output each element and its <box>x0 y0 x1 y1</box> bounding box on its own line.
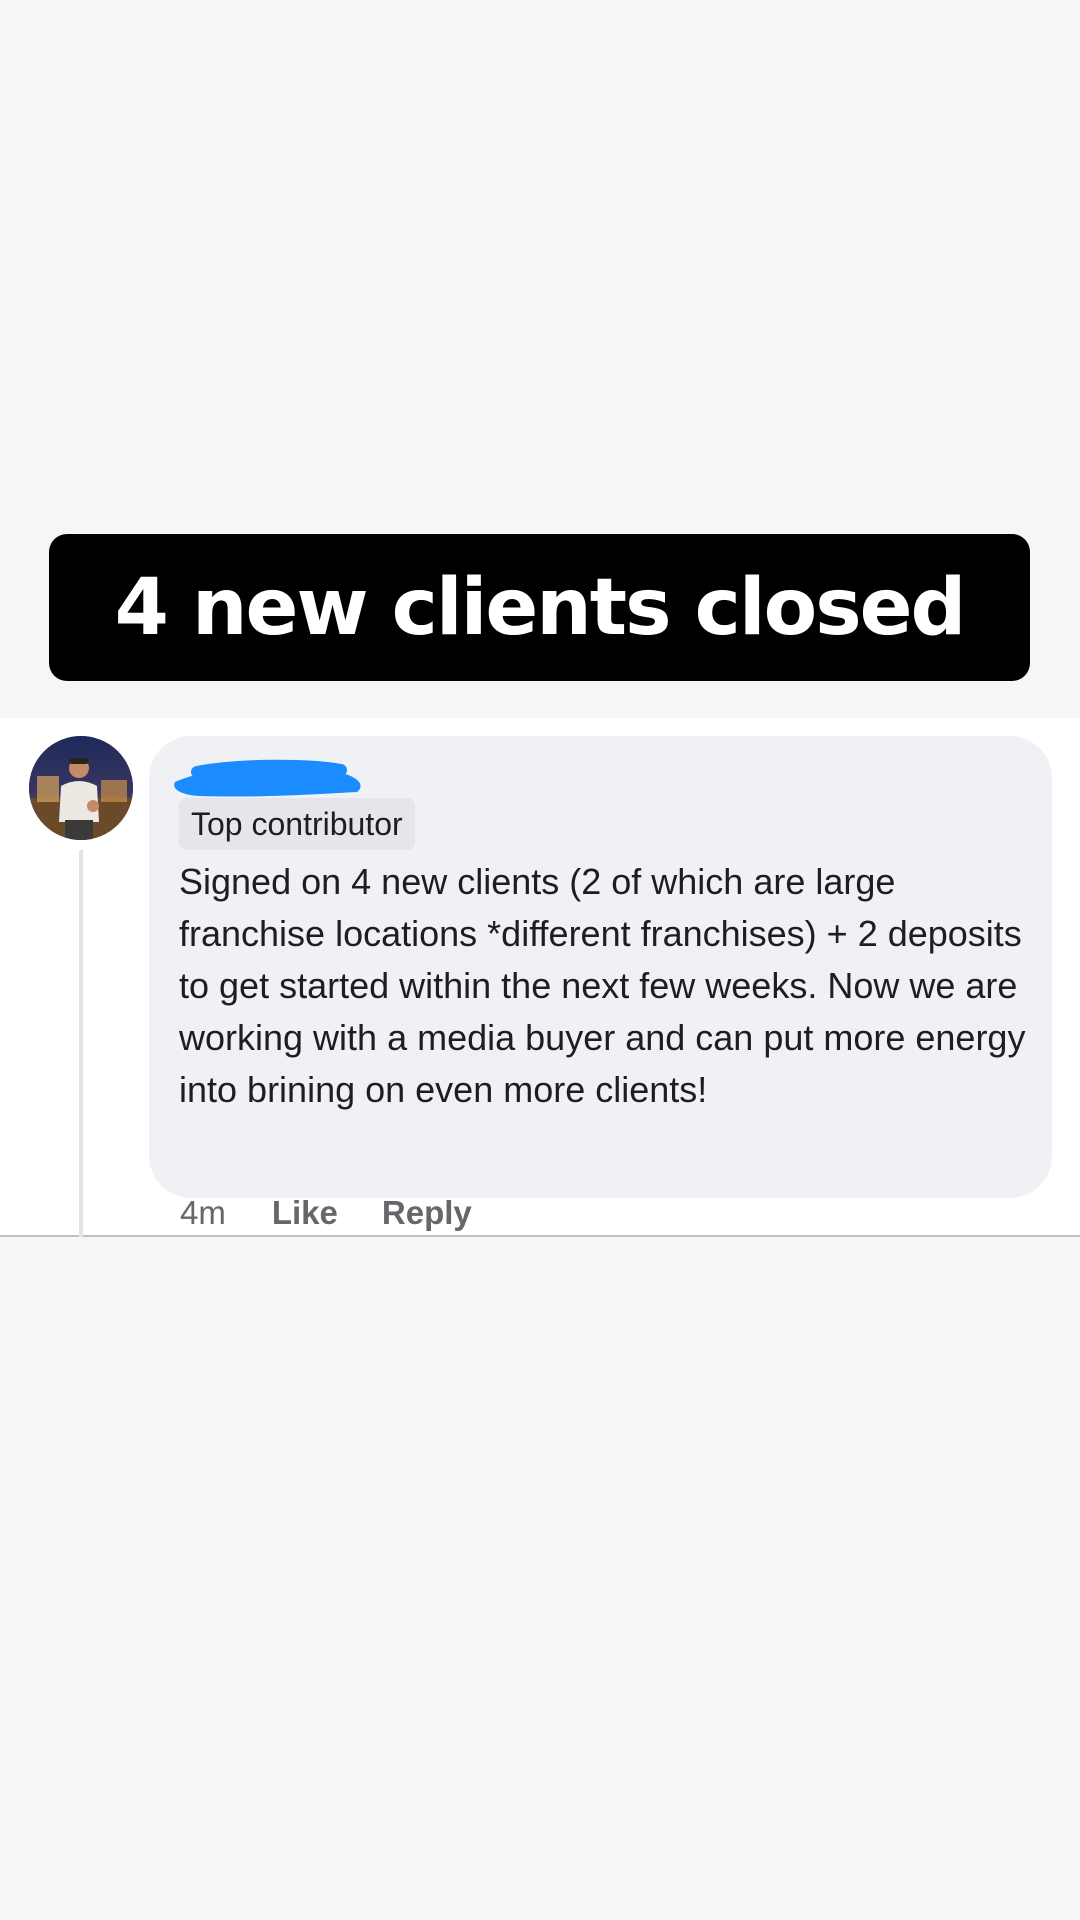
name-redaction-scribble <box>174 759 361 797</box>
comment-text: Signed on 4 new clients (2 of which are … <box>179 861 1026 1110</box>
comment-bubble: Top contributor Signed on 4 new clients … <box>149 736 1052 1198</box>
comment-meta: 4m Like Reply <box>180 1190 472 1236</box>
comment-panel: Top contributor Signed on 4 new clients … <box>0 718 1080 1237</box>
avatar-photo-icon <box>29 736 133 840</box>
like-button[interactable]: Like <box>272 1194 338 1232</box>
avatar[interactable] <box>29 736 133 840</box>
comment-timestamp: 4m <box>180 1194 226 1231</box>
headline-banner: 4 new clients closed <box>49 534 1030 681</box>
top-contributor-badge: Top contributor <box>179 798 415 850</box>
reply-button[interactable]: Reply <box>382 1194 472 1232</box>
thread-line <box>79 850 83 1237</box>
headline-text: 4 new clients closed <box>114 562 967 653</box>
badge-label: Top contributor <box>191 805 403 842</box>
